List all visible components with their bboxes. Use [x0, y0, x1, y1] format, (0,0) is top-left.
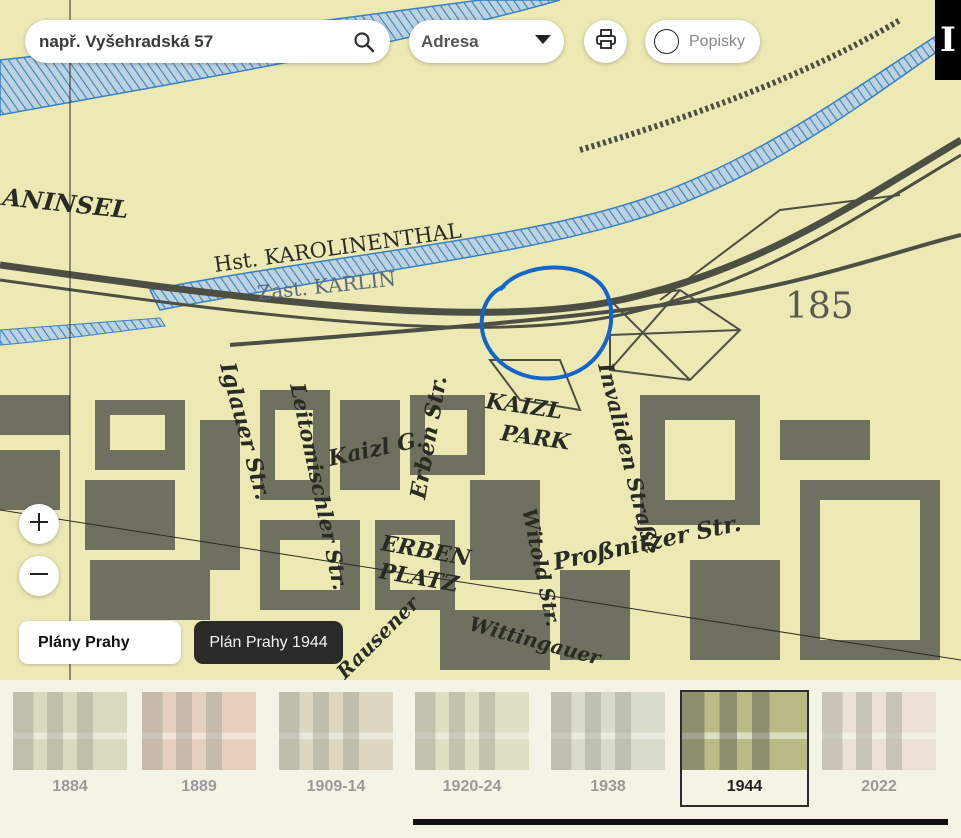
- timeline-thumbnail: [551, 692, 665, 770]
- timeline-item-2022[interactable]: 2022: [822, 692, 936, 806]
- minus-icon: [29, 564, 49, 589]
- timeline-year: 2022: [861, 778, 897, 795]
- timeline-item-1920-24[interactable]: 1920-24: [415, 692, 529, 806]
- timeline-item-1884[interactable]: 1884: [13, 692, 127, 806]
- grid-number-label: 185: [785, 286, 854, 327]
- search-box: [25, 20, 390, 63]
- search-icon[interactable]: [350, 28, 378, 56]
- plus-icon: [29, 512, 49, 537]
- timeline-scrollbar[interactable]: [413, 819, 948, 825]
- timeline-thumbnail: [682, 692, 807, 770]
- labels-toggle-label: Popisky: [689, 32, 746, 50]
- printer-icon: [595, 28, 617, 55]
- current-map-label: Plán Prahy 1944: [194, 621, 343, 664]
- timeline-strip: 1884 1889 1909-14 1920-24 1938 1944 2022: [0, 680, 961, 838]
- zoom-out-button[interactable]: [19, 556, 59, 596]
- labels-toggle[interactable]: Popisky: [645, 20, 760, 63]
- timeline-item-1889[interactable]: 1889: [142, 692, 256, 806]
- timeline-year: 1909-14: [306, 778, 366, 795]
- timeline-thumbnail: [822, 692, 936, 770]
- search-mode-value: Adresa: [421, 31, 479, 51]
- info-tab[interactable]: I: [935, 0, 961, 80]
- timeline-year: 1884: [52, 778, 88, 795]
- timeline-item-1944[interactable]: 1944: [680, 690, 809, 807]
- radio-circle-icon: [654, 29, 679, 54]
- zoom-in-button[interactable]: [19, 504, 59, 544]
- search-mode-select[interactable]: Adresa: [409, 20, 564, 63]
- timeline-year: 1889: [181, 778, 217, 795]
- timeline-year: 1938: [590, 778, 626, 795]
- timeline-thumbnail: [415, 692, 529, 770]
- search-input[interactable]: [37, 30, 350, 53]
- timeline-thumbnail: [142, 692, 256, 770]
- print-button[interactable]: [584, 20, 627, 63]
- timeline-year: 1944: [726, 778, 763, 795]
- timeline-thumbnail: [279, 692, 393, 770]
- map-series-button[interactable]: Plány Prahy: [19, 621, 181, 664]
- timeline-item-1909-14[interactable]: 1909-14: [279, 692, 393, 806]
- timeline-item-1938[interactable]: 1938: [551, 692, 665, 806]
- timeline-year: 1920-24: [442, 778, 502, 795]
- timeline-thumbnail: [13, 692, 127, 770]
- chevron-down-icon: [534, 33, 552, 51]
